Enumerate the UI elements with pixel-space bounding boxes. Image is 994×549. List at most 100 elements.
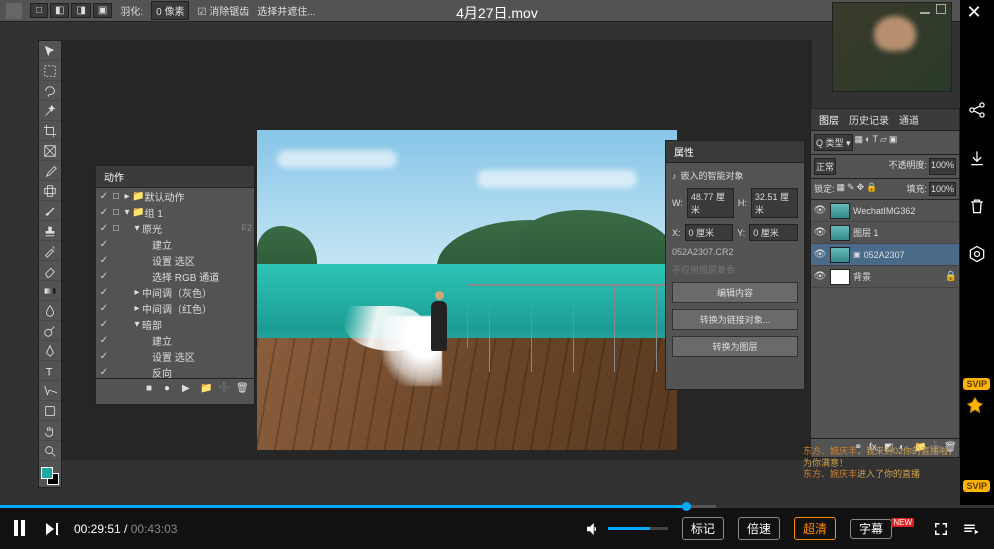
wand-tool[interactable] (39, 101, 61, 121)
layer-name[interactable]: WechatIMG362 (853, 206, 957, 216)
download-icon[interactable] (967, 148, 987, 168)
filter-smart-icon[interactable]: ▣ (889, 134, 898, 151)
layer-name[interactable]: 背景 (853, 270, 942, 283)
blend-mode-select[interactable]: 正常 (814, 158, 836, 175)
path-tool[interactable] (39, 381, 61, 401)
speed-button[interactable]: 倍速 (738, 517, 780, 540)
action-dialog-icon[interactable]: □ (110, 207, 122, 218)
action-row[interactable]: ✓□▾原光F2 (96, 220, 254, 236)
type-tool[interactable]: T (39, 361, 61, 381)
pen-tool[interactable] (39, 341, 61, 361)
layer-thumbnail[interactable] (830, 225, 850, 241)
mark-button[interactable]: 标记 (682, 517, 724, 540)
webcam-maximize-icon[interactable] (936, 4, 946, 14)
lock-pos-icon[interactable]: ✥ (857, 182, 865, 196)
action-check-icon[interactable]: ✓ (98, 191, 110, 202)
disclosure-icon[interactable]: ▾ (132, 319, 142, 330)
action-row[interactable]: ✓□▸📁默认动作 (96, 188, 254, 204)
y-input[interactable]: 0 厘米 (749, 224, 798, 241)
actions-tab[interactable]: 动作 (104, 169, 124, 184)
settings-hex-icon[interactable] (967, 244, 987, 264)
share-icon[interactable] (967, 100, 987, 120)
action-row[interactable]: ✓选择 RGB 通道 (96, 268, 254, 284)
volume-slider[interactable] (608, 527, 668, 530)
action-check-icon[interactable]: ✓ (98, 287, 110, 298)
actions-new-icon[interactable]: ➕ (218, 383, 232, 397)
action-row[interactable]: ✓建立 (96, 332, 254, 348)
layer-row[interactable]: 👁 WechatIMG362 (811, 200, 959, 222)
shape-tool[interactable] (39, 401, 61, 421)
next-button[interactable] (44, 521, 60, 537)
actions-record-icon[interactable]: ● (164, 383, 178, 397)
action-row[interactable]: ✓□▾📁组 1 (96, 204, 254, 220)
action-dialog-icon[interactable]: □ (110, 223, 122, 234)
filter-type-icon[interactable]: T (873, 134, 879, 151)
visibility-icon[interactable]: 👁 (813, 227, 827, 238)
action-check-icon[interactable]: ✓ (98, 239, 110, 250)
layer-filter-type[interactable]: Q 类型 ▾ (814, 134, 853, 151)
history-brush-tool[interactable] (39, 241, 61, 261)
disclosure-icon[interactable]: ▸ (132, 303, 142, 314)
disclosure-icon[interactable]: ▸ (132, 287, 142, 298)
lock-trans-icon[interactable]: ▦ (837, 182, 846, 196)
layers-tab[interactable]: 图层 (819, 112, 839, 127)
eraser-tool[interactable] (39, 261, 61, 281)
action-row[interactable]: ✓建立 (96, 236, 254, 252)
action-row[interactable]: ✓▾暗部 (96, 316, 254, 332)
properties-tab[interactable]: 属性 (674, 144, 694, 159)
visibility-icon[interactable]: 👁 (813, 249, 827, 260)
webcam-thumbnail[interactable] (832, 2, 952, 92)
blur-tool[interactable] (39, 301, 61, 321)
crop-tool[interactable] (39, 121, 61, 141)
layer-thumbnail[interactable] (830, 203, 850, 219)
disclosure-icon[interactable]: ▾ (132, 223, 142, 234)
w-input[interactable]: 48.77 厘米 (687, 188, 734, 218)
disclosure-icon[interactable]: ▾ (122, 207, 132, 218)
brush-tool[interactable] (39, 201, 61, 221)
action-row[interactable]: ✓设置 选区 (96, 252, 254, 268)
action-check-icon[interactable]: ✓ (98, 255, 110, 266)
actions-newset-icon[interactable]: 📁 (200, 383, 214, 397)
hand-tool[interactable] (39, 421, 61, 441)
fill-input[interactable]: 100% (929, 182, 956, 196)
stamp-tool[interactable] (39, 221, 61, 241)
action-check-icon[interactable]: ✓ (98, 223, 110, 234)
action-check-icon[interactable]: ✓ (98, 335, 110, 346)
subtitle-button[interactable]: 字幕 (850, 519, 892, 539)
visibility-icon[interactable]: 👁 (813, 205, 827, 216)
heal-tool[interactable] (39, 181, 61, 201)
pin-icon[interactable] (964, 395, 986, 417)
layer-row[interactable]: 👁 图层 1 (811, 222, 959, 244)
visibility-icon[interactable]: 👁 (813, 271, 827, 282)
action-row[interactable]: ✓▸中间调（红色） (96, 300, 254, 316)
eyedrop-tool[interactable] (39, 161, 61, 181)
lock-paint-icon[interactable]: ✎ (847, 182, 855, 196)
actions-stop-icon[interactable]: ■ (146, 383, 160, 397)
history-tab[interactable]: 历史记录 (849, 112, 889, 127)
volume-control[interactable] (584, 520, 668, 538)
x-input[interactable]: 0 厘米 (685, 224, 734, 241)
lock-all-icon[interactable]: 🔒 (866, 182, 877, 196)
h-input[interactable]: 32.51 厘米 (751, 188, 798, 218)
webcam-minimize-icon[interactable] (920, 4, 930, 14)
filter-shape-icon[interactable]: ▱ (880, 134, 887, 151)
frame-tool[interactable] (39, 141, 61, 161)
color-swatch[interactable] (39, 465, 61, 487)
action-row[interactable]: ✓▸中间调（灰色） (96, 284, 254, 300)
action-check-icon[interactable]: ✓ (98, 351, 110, 362)
lasso-tool[interactable] (39, 81, 61, 101)
layer-thumbnail[interactable] (830, 247, 850, 263)
convert-layers-button[interactable]: 转换为图层 (672, 336, 798, 357)
layer-name[interactable]: 图层 1 (853, 226, 957, 239)
filter-pixel-icon[interactable]: ▦ (855, 134, 864, 151)
marquee-tool[interactable] (39, 61, 61, 81)
trash-icon[interactable] (967, 196, 987, 216)
dodge-tool[interactable] (39, 321, 61, 341)
action-check-icon[interactable]: ✓ (98, 367, 110, 378)
disclosure-icon[interactable]: ▸ (122, 191, 132, 202)
layer-name[interactable]: 052A2307 (864, 250, 957, 260)
actions-play-icon[interactable]: ▶ (182, 383, 196, 397)
action-check-icon[interactable]: ✓ (98, 271, 110, 282)
pause-button[interactable] (14, 520, 30, 538)
convert-linked-button[interactable]: 转换为链接对象... (672, 309, 798, 330)
